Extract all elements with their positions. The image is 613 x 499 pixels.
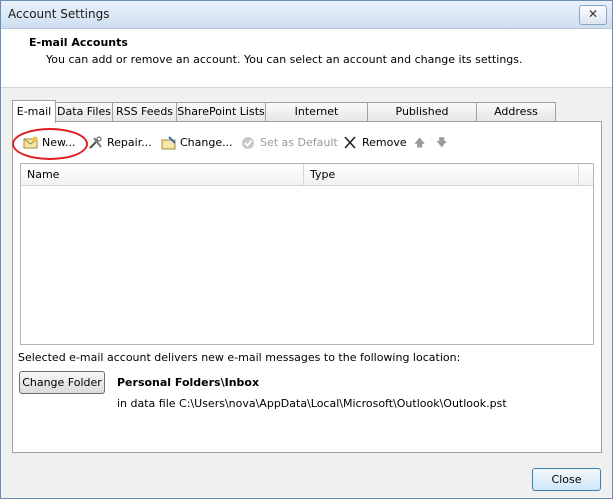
column-header-name[interactable]: Name xyxy=(21,164,304,185)
checkmark-icon xyxy=(241,136,257,150)
new-account-icon xyxy=(23,136,39,150)
list-header: Name Type xyxy=(21,164,593,186)
arrow-up-icon: 🡅 xyxy=(414,136,426,149)
change-account-button[interactable]: Change... xyxy=(161,134,233,152)
window-close-button[interactable]: ✕ xyxy=(579,5,607,25)
move-down-button[interactable]: 🡇 xyxy=(436,134,447,152)
change-folder-button[interactable]: Change Folder xyxy=(19,371,105,394)
account-toolbar: New... Repair... Change... Set as Defaul… xyxy=(12,128,598,160)
tab-data-files[interactable]: Data Files xyxy=(55,102,113,121)
close-button[interactable]: Close xyxy=(532,468,601,491)
tab-email[interactable]: E-mail xyxy=(12,100,56,123)
tab-rss-feeds[interactable]: RSS Feeds xyxy=(112,102,177,121)
tab-address-books[interactable]: Address Books xyxy=(476,102,556,136)
data-file-path: in data file C:\Users\nova\AppData\Local… xyxy=(117,397,507,410)
column-header-type[interactable]: Type xyxy=(304,164,579,185)
set-default-label: Set as Default xyxy=(260,136,338,149)
change-account-label: Change... xyxy=(180,136,233,149)
tab-published-calendars[interactable]: Published Calendars xyxy=(367,102,477,136)
account-settings-window: Account Settings ✕ E-mail Accounts You c… xyxy=(0,0,613,499)
tab-internet-calendars[interactable]: Internet Calendars xyxy=(265,102,368,136)
change-account-icon xyxy=(161,136,177,150)
repair-account-button[interactable]: Repair... xyxy=(88,134,152,152)
title-bar[interactable]: Account Settings ✕ xyxy=(1,1,612,29)
remove-account-label: Remove xyxy=(362,136,407,149)
set-default-button[interactable]: Set as Default xyxy=(241,134,338,152)
arrow-down-icon: 🡇 xyxy=(436,136,448,149)
delivery-folder: Personal Folders\Inbox xyxy=(117,376,260,389)
delivery-location-text: Selected e-mail account delivers new e-m… xyxy=(18,351,461,364)
window-title: Account Settings xyxy=(8,7,110,21)
repair-tools-icon xyxy=(88,136,104,150)
move-up-button[interactable]: 🡅 xyxy=(414,134,425,152)
tab-sharepoint-lists[interactable]: SharePoint Lists xyxy=(176,102,266,121)
remove-x-icon xyxy=(343,136,359,150)
section-description: You can add or remove an account. You ca… xyxy=(46,53,523,66)
section-title: E-mail Accounts xyxy=(29,36,128,49)
new-account-label: New... xyxy=(42,136,76,149)
new-account-button[interactable]: New... xyxy=(23,134,75,152)
remove-account-button[interactable]: Remove xyxy=(343,134,407,152)
header-panel: E-mail Accounts You can add or remove an… xyxy=(1,29,612,88)
accounts-list[interactable]: Name Type xyxy=(20,163,594,345)
repair-account-label: Repair... xyxy=(107,136,152,149)
